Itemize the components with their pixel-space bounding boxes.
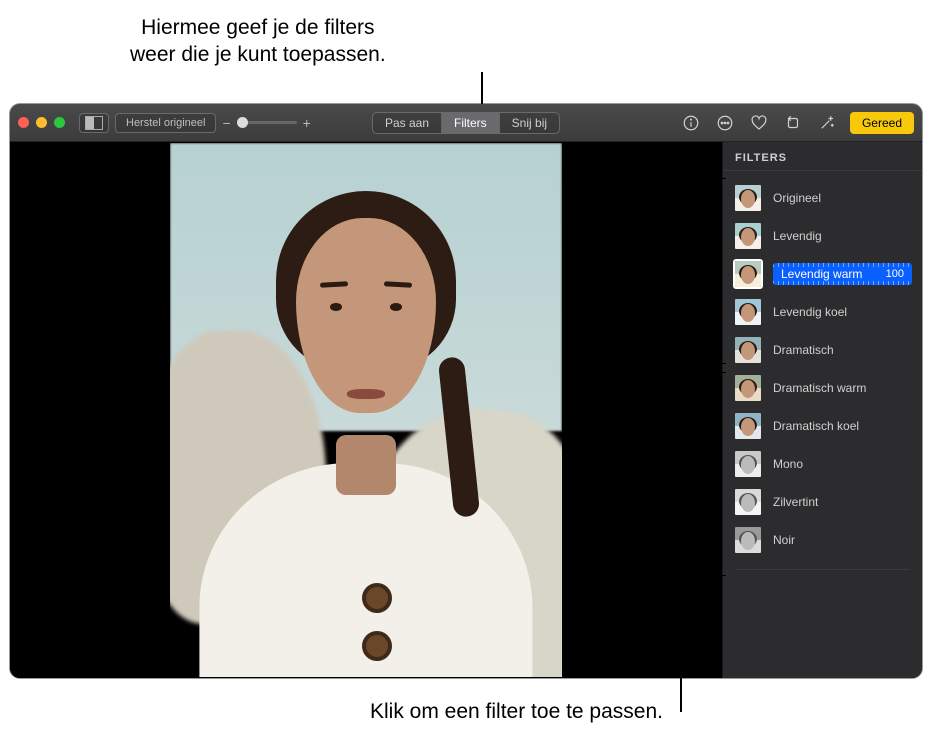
minimize-icon[interactable] xyxy=(36,117,47,128)
photo-preview xyxy=(170,143,562,677)
filter-thumb xyxy=(733,297,763,327)
filter-item-dramatisch[interactable]: Dramatisch xyxy=(723,331,922,369)
filter-item-levendig-warm[interactable]: Levendig warm 100 xyxy=(723,255,922,293)
filter-thumb xyxy=(733,221,763,251)
filter-intensity-slider[interactable]: Levendig warm 100 xyxy=(773,263,912,285)
filter-item-dramatisch-koel[interactable]: Dramatisch koel xyxy=(723,407,922,445)
filter-thumb xyxy=(733,411,763,441)
filter-item-levendig-koel[interactable]: Levendig koel xyxy=(723,293,922,331)
zoom-in-icon: + xyxy=(303,115,311,131)
zoom-out-icon: − xyxy=(222,115,230,131)
filter-item-mono[interactable]: Mono xyxy=(723,445,922,483)
filter-label: Levendig warm xyxy=(781,267,862,281)
more-icon[interactable] xyxy=(714,112,736,134)
filter-item-noir[interactable]: Noir xyxy=(723,521,922,559)
done-button[interactable]: Gereed xyxy=(850,112,914,134)
panel-title: FILTERS xyxy=(723,152,922,171)
filter-thumb xyxy=(733,183,763,213)
filter-label: Mono xyxy=(773,457,803,471)
filter-label: Zilvertint xyxy=(773,495,818,509)
info-icon[interactable] xyxy=(680,112,702,134)
photo-canvas[interactable] xyxy=(10,142,722,678)
panel-divider xyxy=(735,569,910,570)
callout-bracket xyxy=(718,372,726,576)
rotate-icon[interactable] xyxy=(782,112,804,134)
filter-thumb xyxy=(733,525,763,555)
filter-label: Levendig koel xyxy=(773,305,847,319)
callout-line xyxy=(680,373,718,375)
window-controls xyxy=(18,117,65,128)
filter-label: Noir xyxy=(773,533,795,547)
filter-label: Dramatisch koel xyxy=(773,419,859,433)
filter-value: 100 xyxy=(886,268,904,280)
callout-filters-tab: Hiermee geef je de filters weer die je k… xyxy=(130,14,386,69)
callout-line xyxy=(680,474,682,712)
filter-label: Dramatisch warm xyxy=(773,381,866,395)
callout-apply-filter: Klik om een filter toe te passen. xyxy=(370,698,663,725)
favorite-icon[interactable] xyxy=(748,112,770,134)
filters-panel: FILTERS Origineel Levendig Levendig warm 10… xyxy=(722,142,922,678)
filter-item-origineel[interactable]: Origineel xyxy=(723,179,922,217)
tab-adjust[interactable]: Pas aan xyxy=(373,113,442,133)
content-area: FILTERS Origineel Levendig Levendig warm 10… xyxy=(10,142,922,678)
filter-item-levendig[interactable]: Levendig xyxy=(723,217,922,255)
toolbar: Herstel origineel − + Pas aan Filters Sn… xyxy=(10,104,922,142)
filter-thumb xyxy=(733,373,763,403)
filter-label: Dramatisch xyxy=(773,343,834,357)
filter-thumb xyxy=(733,449,763,479)
callout-bracket xyxy=(718,178,726,364)
filter-thumb xyxy=(733,487,763,517)
fullscreen-icon[interactable] xyxy=(54,117,65,128)
tab-crop[interactable]: Snij bij xyxy=(500,113,559,133)
filter-thumb xyxy=(733,335,763,365)
filter-item-zilvertint[interactable]: Zilvertint xyxy=(723,483,922,521)
close-icon[interactable] xyxy=(18,117,29,128)
compare-button[interactable] xyxy=(79,113,109,133)
filter-list: OrigineelLevendigLevendig warm100Levendi… xyxy=(723,171,922,559)
tab-filters[interactable]: Filters xyxy=(442,113,500,133)
restore-original-button[interactable]: Herstel origineel xyxy=(115,113,216,133)
edit-mode-segmented: Pas aan Filters Snij bij xyxy=(372,112,560,134)
auto-enhance-icon[interactable] xyxy=(816,112,838,134)
filter-item-dramatisch-warm[interactable]: Dramatisch warm xyxy=(723,369,922,407)
app-window: Herstel origineel − + Pas aan Filters Sn… xyxy=(10,104,922,678)
zoom-slider[interactable]: − + xyxy=(222,115,310,131)
filter-thumb xyxy=(733,259,763,289)
filter-label: Origineel xyxy=(773,191,821,205)
filter-label: Levendig xyxy=(773,229,822,243)
